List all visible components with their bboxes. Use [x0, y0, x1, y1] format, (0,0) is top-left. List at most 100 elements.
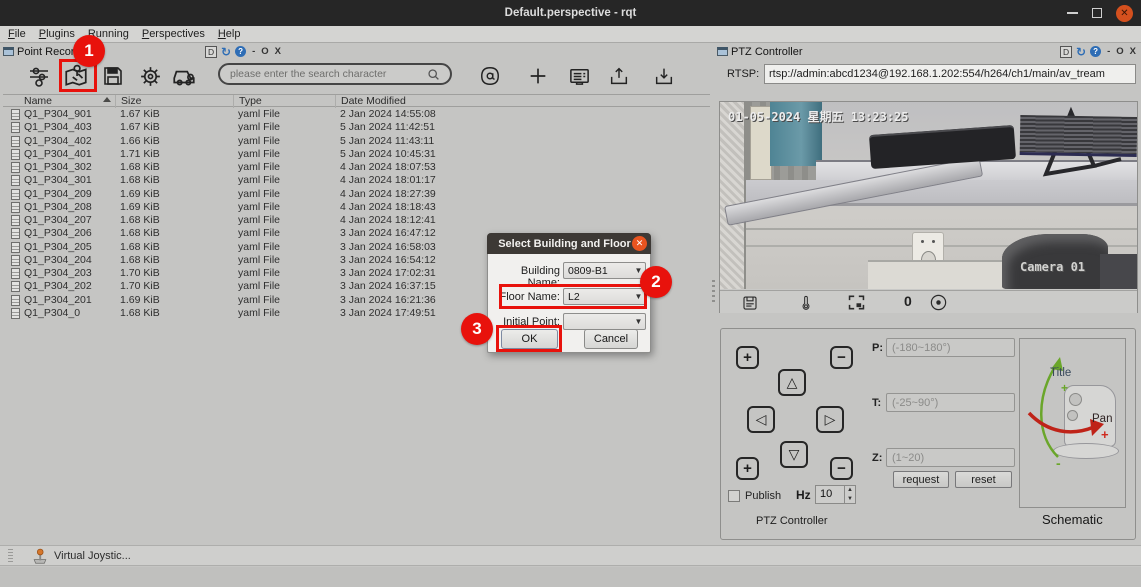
ptz-schematic: Title Pan + - + [1019, 338, 1126, 508]
cell-date: 2 Jan 2024 14:55:08 [335, 108, 710, 121]
cell-name: Q1_P304_207 [24, 214, 115, 227]
menu-item-help[interactable]: Help [218, 28, 241, 40]
cancel-button[interactable]: Cancel [584, 329, 638, 349]
import-button[interactable] [651, 63, 677, 89]
snapshot-save-button[interactable] [740, 293, 760, 312]
dock-button[interactable]: D [205, 46, 217, 58]
file-icon [11, 162, 20, 173]
column-type[interactable]: Type [233, 95, 335, 108]
tilt-input[interactable] [886, 393, 1015, 412]
bottom-strip [0, 567, 1141, 587]
fullscreen-button[interactable] [846, 293, 866, 312]
menu-item-perspectives[interactable]: Perspectives [142, 28, 205, 40]
cell-name: Q1_P304_0 [24, 307, 115, 320]
panel-maximize-button[interactable]: O [1116, 46, 1123, 57]
cell-name: Q1_P304_401 [24, 148, 115, 161]
cell-date: 5 Jan 2024 11:43:11 [335, 135, 710, 148]
add-button[interactable] [525, 63, 551, 89]
table-row[interactable]: Q1_P304_4021.66 KiByaml File5 Jan 2024 1… [3, 135, 710, 148]
pan-right-button[interactable]: ▷ [816, 406, 844, 433]
reset-button[interactable]: reset [955, 471, 1012, 488]
drag-grip-icon[interactable] [8, 549, 13, 563]
dock-button[interactable]: D [1060, 46, 1072, 58]
pan-input[interactable] [886, 338, 1015, 357]
record-button[interactable] [928, 293, 948, 312]
settings-button[interactable] [136, 62, 164, 90]
virtual-joystick-tab[interactable]: Virtual Joystic... [31, 548, 131, 564]
window-close-icon[interactable]: ✕ [1116, 5, 1133, 22]
window-title: Default.perspective - rqt [505, 7, 637, 19]
display-list-button[interactable] [566, 63, 592, 89]
floppy-icon [741, 294, 759, 312]
panel-minimize-button[interactable]: - [1107, 46, 1110, 57]
hz-label: Hz [796, 488, 811, 502]
tilt-axis-label: T: [872, 397, 881, 409]
panel-close-button[interactable]: X [1130, 46, 1136, 57]
rtsp-url-input[interactable] [764, 64, 1136, 84]
publish-checkbox[interactable] [728, 490, 740, 502]
cell-date: 4 Jan 2024 18:18:43 [335, 201, 710, 214]
file-icon [11, 175, 20, 186]
column-name[interactable]: Name [24, 95, 115, 108]
reload-icon[interactable]: ↻ [1076, 46, 1086, 58]
building-name-select[interactable]: 0809-B1 ▼ [563, 262, 646, 279]
reload-icon[interactable]: ↻ [221, 46, 231, 58]
panel-close-button[interactable]: X [275, 46, 281, 57]
ptz-controller-titlebar[interactable]: PTZ Controller D ↻ ? - O X [717, 44, 1138, 59]
at-target-button[interactable] [477, 63, 503, 89]
video-shape-wall-seam [746, 228, 1137, 230]
dialog-close-icon[interactable]: ✕ [632, 236, 647, 251]
tilt-up-button[interactable]: △ [778, 369, 806, 396]
cell-size: 1.67 KiB [115, 108, 233, 121]
column-size[interactable]: Size [115, 95, 233, 108]
table-row[interactable]: Q1_P304_4011.71 KiByaml File5 Jan 2024 1… [3, 148, 710, 161]
vehicle-button[interactable] [170, 62, 198, 90]
video-shape-desk [868, 260, 1012, 289]
download-icon [653, 65, 675, 87]
window-minimize-icon[interactable] [1067, 12, 1078, 14]
zoom-input[interactable] [886, 448, 1015, 467]
record-settings-button[interactable] [25, 62, 53, 90]
panel-splitter[interactable] [712, 280, 715, 302]
help-icon[interactable]: ? [1090, 46, 1101, 57]
cell-name: Q1_P304_301 [24, 174, 115, 187]
table-row[interactable]: Q1_P304_3011.68 KiByaml File4 Jan 2024 1… [3, 174, 710, 187]
dialog-titlebar[interactable]: Select Building and Floor ✕ [487, 233, 651, 254]
spin-up-icon[interactable]: ▲ [845, 486, 855, 495]
annotation-step-2: 2 [640, 266, 672, 298]
cell-size: 1.69 KiB [115, 201, 233, 214]
initial-point-select[interactable]: ▼ [563, 313, 646, 330]
export-button[interactable] [606, 63, 632, 89]
table-row[interactable]: Q1_P304_2091.69 KiByaml File4 Jan 2024 1… [3, 188, 710, 201]
table-row[interactable]: Q1_P304_9011.67 KiByaml File2 Jan 2024 1… [3, 108, 710, 121]
menu-item-file[interactable]: File [8, 28, 26, 40]
panel-minimize-button[interactable]: - [252, 46, 255, 57]
annotation-rect-ok-button [496, 325, 562, 352]
table-row[interactable]: Q1_P304_3021.68 KiByaml File4 Jan 2024 1… [3, 161, 710, 174]
table-row[interactable]: Q1_P304_2081.69 KiByaml File4 Jan 2024 1… [3, 201, 710, 214]
zoom-out-right-button[interactable]: − [830, 346, 853, 369]
pan-left-button[interactable]: ◁ [747, 406, 775, 433]
zoom-out-bottom-button[interactable]: − [830, 457, 853, 480]
gear-icon [138, 64, 163, 89]
column-date-modified[interactable]: Date Modified [335, 95, 710, 108]
search-input[interactable]: please enter the search character [218, 63, 452, 85]
zoom-in-bottom-button[interactable]: + [736, 457, 759, 480]
pan-label: Pan [1092, 413, 1112, 425]
menu-item-plugins[interactable]: Plugins [39, 28, 75, 40]
help-icon[interactable]: ? [235, 46, 246, 57]
panel-maximize-button[interactable]: O [261, 46, 268, 57]
spin-down-icon[interactable]: ▼ [845, 495, 855, 504]
thermometer-button[interactable] [796, 293, 816, 312]
window-maximize-icon[interactable] [1092, 8, 1102, 18]
save-file-button[interactable] [99, 62, 127, 90]
hz-spinner[interactable]: 10 ▲▼ [815, 485, 856, 504]
zoom-in-left-button[interactable]: + [736, 346, 759, 369]
video-shape-dark-corner [1100, 254, 1137, 289]
table-row[interactable]: Q1_P304_2071.68 KiByaml File4 Jan 2024 1… [3, 214, 710, 227]
table-row[interactable]: Q1_P304_4031.67 KiByaml File5 Jan 2024 1… [3, 121, 710, 134]
request-button[interactable]: request [893, 471, 949, 488]
cell-size: 1.67 KiB [115, 121, 233, 134]
tilt-down-button[interactable]: ▽ [780, 441, 808, 468]
point-recorder-titlebar[interactable]: Point Recorder D ↻ ? - O X [3, 44, 713, 59]
